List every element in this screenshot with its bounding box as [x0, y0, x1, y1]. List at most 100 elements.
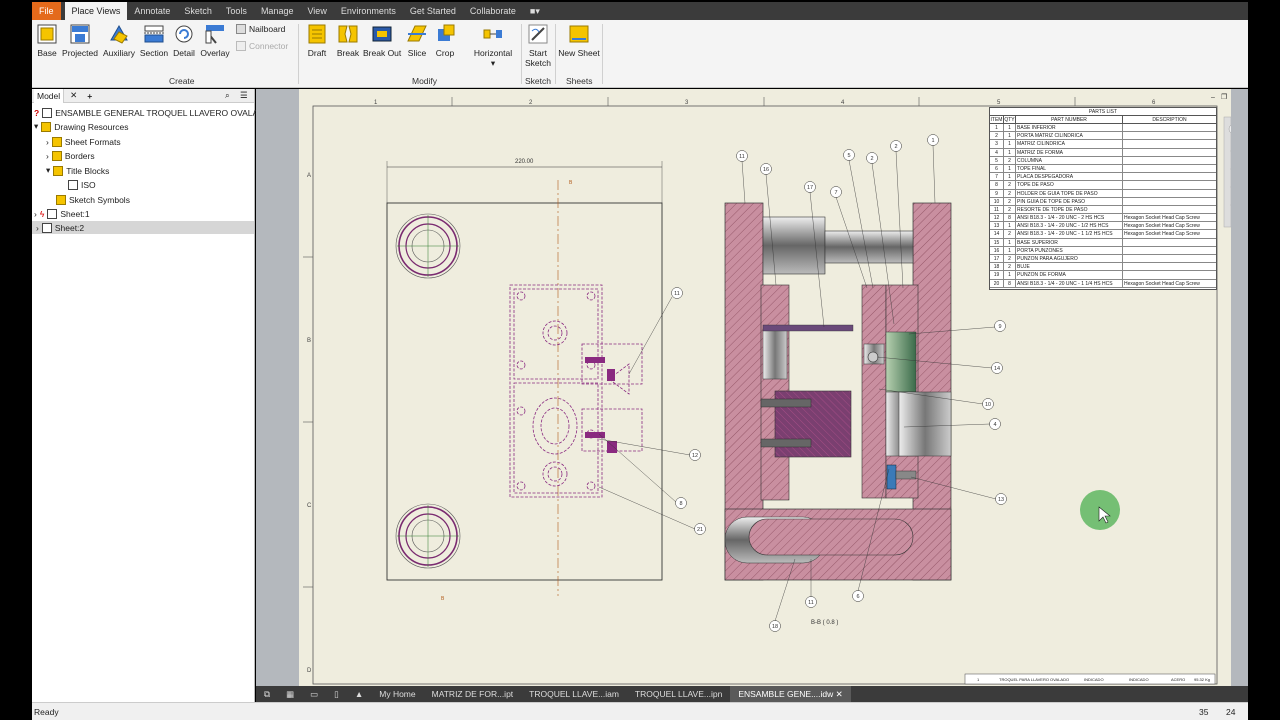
tree-item-sheet-2[interactable]: › Sheet:2 [32, 221, 254, 234]
minimize-icon[interactable]: – [1211, 94, 1215, 101]
crop-button[interactable]: Crop [433, 23, 457, 58]
balloon[interactable]: 11 [805, 596, 817, 608]
balloon[interactable]: 17 [804, 181, 816, 193]
tree-item-title-blocks[interactable]: ▾ Title Blocks [46, 164, 109, 177]
balloon[interactable]: 13 [995, 493, 1007, 505]
restore-icon[interactable]: ❐ [1221, 93, 1227, 101]
tab-collaborate[interactable]: Collaborate [463, 2, 523, 20]
balloon[interactable]: 14 [991, 362, 1003, 374]
arrange-up-icon[interactable]: ▲ [347, 686, 371, 702]
camera-dropdown-icon[interactable]: ■▾ [523, 2, 547, 20]
tab-get-started[interactable]: Get Started [403, 2, 463, 20]
navigation-bar[interactable] [1223, 116, 1231, 228]
doc-tab-troquel-ipn[interactable]: TROQUEL LLAVE...ipn [627, 686, 730, 702]
tab-place-views[interactable]: Place Views [64, 2, 128, 20]
parts-list-row[interactable]: 12 8 ANSI B18.3 - 1/4 - 20 UNC - 2 HS HCS H… [990, 214, 1216, 223]
break-button[interactable]: Break [335, 23, 361, 58]
parts-list-row[interactable]: 6 1 TOPE FINAL [990, 164, 1216, 174]
parts-list-row[interactable]: 11 2 RESORTE DE TOPE DE PASO [990, 205, 1216, 215]
balloon[interactable]: 2 [866, 152, 878, 164]
close-icon[interactable]: ✕ [70, 90, 77, 101]
detail-button[interactable]: Detail [172, 23, 196, 58]
auxiliary-button[interactable]: Auxiliary [102, 23, 136, 58]
parts-list-row[interactable]: 20 8 ANSI B18.3 - 1/4 - 20 UNC - 1 1/4 HS … [990, 279, 1216, 288]
cascade-icon[interactable]: ⧉ [256, 686, 278, 702]
close-icon[interactable]: ✕ [836, 689, 843, 699]
tab-view[interactable]: View [300, 2, 333, 20]
tile-horizontal-icon[interactable]: ▭ [302, 686, 326, 702]
balloon[interactable]: 8 [675, 497, 687, 509]
slice-button[interactable]: Slice [406, 23, 428, 58]
section-view[interactable]: B-B ( 0.8 ) [724, 202, 952, 626]
add-tab-icon[interactable]: + [87, 91, 92, 101]
overlay-button[interactable]: Overlay [200, 23, 230, 58]
tile-icon[interactable]: ▦ [278, 686, 302, 702]
expand-icon[interactable]: › [36, 223, 39, 233]
parts-list-row[interactable]: 2 1 PORTA MATRIZ CILINDRICA [990, 132, 1216, 141]
parts-list-row[interactable]: 3 1 MATRIZ CILINDRICA [990, 140, 1216, 149]
top-view[interactable]: 220.00 B B [386, 159, 663, 602]
nailboard-button[interactable]: Nailboard [236, 24, 285, 34]
doc-tab-ensamble[interactable]: ENSAMBLE GENE....idw ✕ [730, 686, 851, 702]
connector-button[interactable]: Connector [236, 41, 288, 51]
tree-root-drawing[interactable]: ? ENSAMBLE GENERAL TROQUEL LLAVERO OVALA… [34, 106, 286, 119]
tree-item-drawing-resources[interactable]: ▾ Drawing Resources [34, 120, 128, 133]
tab-sketch[interactable]: Sketch [177, 2, 219, 20]
balloon[interactable]: 4 [989, 418, 1001, 430]
tab-environments[interactable]: Environments [334, 2, 403, 20]
expand-icon[interactable]: › [34, 209, 37, 219]
draft-button[interactable]: Draft [304, 23, 330, 58]
parts-list-row[interactable]: 19 1 PUNZON DE FORMA [990, 271, 1216, 280]
balloon[interactable]: 6 [852, 590, 864, 602]
balloon[interactable]: 10 [982, 398, 994, 410]
expand-icon[interactable]: › [46, 151, 49, 161]
parts-list-row[interactable]: 10 2 PIN GUIA DE TOPE DE PASO [990, 197, 1216, 206]
tree-item-borders[interactable]: › Borders [46, 149, 95, 162]
balloon[interactable]: 7 [830, 186, 842, 198]
balloon[interactable]: 11 [671, 287, 683, 299]
horizontal-button[interactable]: Horizontal ▾ [470, 23, 516, 69]
balloon[interactable]: 9 [994, 320, 1006, 332]
tree-item-sketch-symbols[interactable]: Sketch Symbols [56, 193, 130, 206]
tab-tools[interactable]: Tools [219, 2, 254, 20]
parts-list-row[interactable]: 8 2 TOPE DE PASO [990, 181, 1216, 190]
balloon[interactable]: 1 [927, 134, 939, 146]
tree-item-iso[interactable]: ISO [68, 178, 96, 191]
tab-file[interactable]: File [32, 2, 61, 20]
search-icon[interactable]: ⌕ [225, 90, 230, 101]
parts-list-row[interactable]: 13 1 ANSI B18.3 - 1/4 - 20 UNC - 1/2 HS HC… [990, 222, 1216, 231]
projected-button[interactable]: Projected [62, 23, 98, 58]
parts-list-row[interactable]: 18 2 BUJE [990, 263, 1216, 272]
expand-icon[interactable]: › [46, 137, 49, 147]
doc-tab-my-home[interactable]: My Home [371, 686, 423, 702]
balloon[interactable]: 2 [890, 140, 902, 152]
balloon[interactable]: 5 [843, 149, 855, 161]
new-sheet-button[interactable]: New Sheet [558, 23, 600, 58]
parts-list-row[interactable]: 16 1 PORTA PUNZONES [990, 246, 1216, 255]
collapse-icon[interactable]: ▾ [34, 121, 38, 132]
menu-icon[interactable]: ☰ [240, 90, 248, 101]
parts-list[interactable]: PARTS LIST ITEM QTY PART NUMBER DESCRIPT… [989, 107, 1217, 290]
balloon[interactable]: 16 [760, 163, 772, 175]
tree-item-sheet-formats[interactable]: › Sheet Formats [46, 135, 121, 148]
tile-vertical-icon[interactable]: ▯ [326, 686, 347, 702]
parts-list-row[interactable]: 9 2 HOLDER DE GUIA TOPE DE PASO [990, 189, 1216, 198]
doc-tab-troquel-iam[interactable]: TROQUEL LLAVE...iam [521, 686, 627, 702]
balloon[interactable]: 12 [689, 449, 701, 461]
parts-list-row[interactable]: 5 2 COLUMNA [990, 156, 1216, 165]
parts-list-row[interactable]: 15 1 BASE SUPERIOR [990, 238, 1216, 247]
tree-item-sheet-1[interactable]: › ϟ Sheet:1 [34, 207, 90, 220]
parts-list-row[interactable]: 17 2 PUNZON PARA AGUJERO [990, 255, 1216, 264]
section-button[interactable]: Section [139, 23, 169, 58]
start-sketch-button[interactable]: Start Sketch [524, 23, 552, 68]
collapse-icon[interactable]: ▾ [46, 165, 50, 176]
parts-list-row[interactable]: 14 2 ANSI B18.3 - 1/4 - 20 UNC - 1 1/2 HS … [990, 230, 1216, 239]
base-button[interactable]: Base [36, 23, 58, 58]
parts-list-row[interactable]: 4 1 MATRIZ DE FORMA [990, 148, 1216, 157]
browser-tab-model[interactable]: Model [34, 88, 65, 103]
parts-list-row[interactable]: 1 1 BASE INFERIOR [990, 124, 1216, 133]
balloon[interactable]: 18 [769, 620, 781, 632]
balloon[interactable]: 21 [694, 523, 706, 535]
tab-annotate[interactable]: Annotate [127, 2, 177, 20]
balloon[interactable]: 11 [736, 150, 748, 162]
